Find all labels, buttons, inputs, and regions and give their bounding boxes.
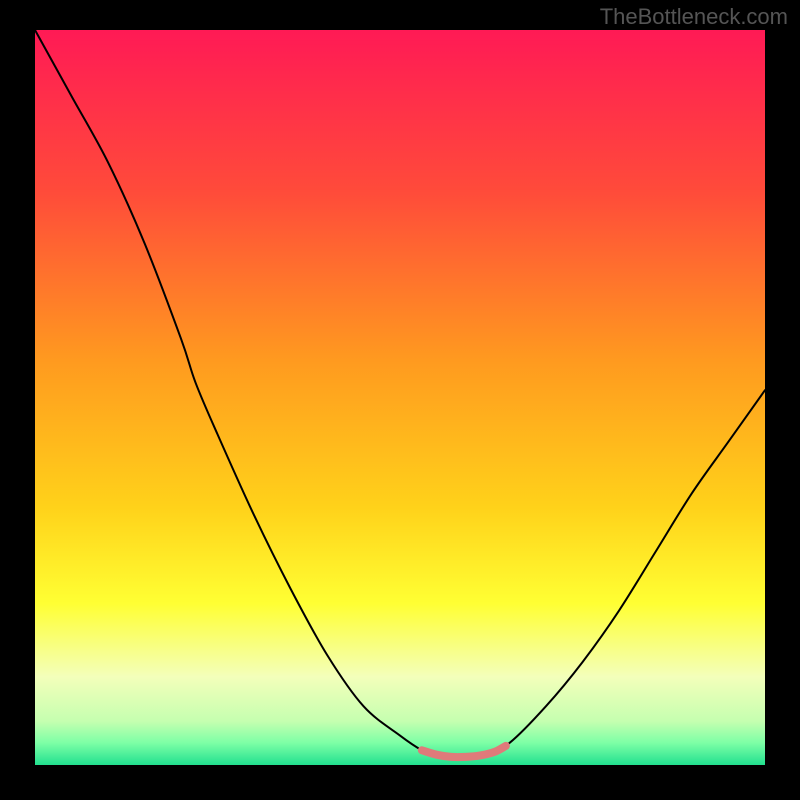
chart-container: TheBottleneck.com (0, 0, 800, 800)
chart-plot-area (35, 30, 765, 765)
chart-svg (35, 30, 765, 765)
gradient-background (35, 30, 765, 765)
watermark-text: TheBottleneck.com (600, 4, 788, 30)
